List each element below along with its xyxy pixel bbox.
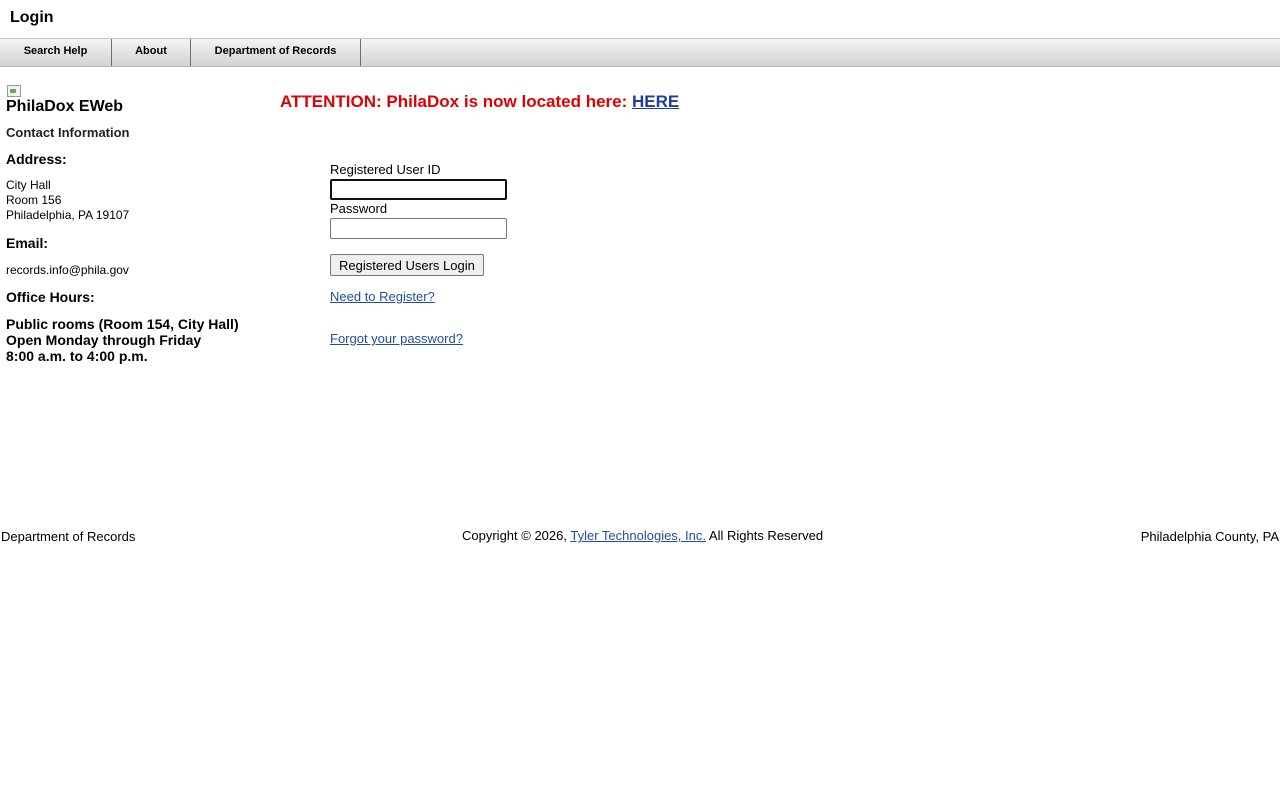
- top-menu-bar: Search Help About Department of Records: [0, 38, 1280, 67]
- password-input[interactable]: [330, 218, 507, 239]
- address-line: Room 156: [6, 193, 62, 207]
- password-label: Password: [330, 201, 388, 216]
- need-to-register-link[interactable]: Need to Register?: [330, 289, 630, 304]
- broken-image-icon: [6, 84, 22, 98]
- here-link[interactable]: HERE: [632, 92, 679, 111]
- registered-users-login-button[interactable]: Registered Users Login: [330, 254, 484, 276]
- copyright-prefix: Copyright © 2026,: [462, 528, 567, 543]
- hours-line: 8:00 a.m. to 4:00 p.m.: [6, 348, 148, 364]
- contact-heading: Contact Information: [6, 125, 130, 140]
- user-id-input[interactable]: [330, 179, 507, 200]
- email-address: records.info@phila.gov: [6, 263, 129, 277]
- attention-text: ATTENTION: PhilaDox is now located here:: [280, 92, 633, 111]
- copyright-suffix: All Rights Reserved: [708, 528, 824, 543]
- office-hours: Public rooms (Room 154, City Hall) Open …: [6, 316, 266, 364]
- footer-department: Department of Records: [1, 529, 136, 544]
- contact-sidebar: PhilaDox EWeb Contact Information Addres…: [6, 84, 266, 364]
- menu-search-help[interactable]: Search Help: [0, 39, 112, 66]
- address: City Hall Room 156 Philadelphia, PA 1910…: [6, 178, 266, 223]
- email-label: Email:: [6, 235, 49, 251]
- address-line: City Hall: [6, 178, 51, 192]
- menu-department-of-records[interactable]: Department of Records: [191, 39, 361, 66]
- address-label: Address:: [6, 151, 67, 167]
- footer-county: Philadelphia County, PA: [1140, 529, 1279, 544]
- office-hours-label: Office Hours:: [6, 289, 95, 305]
- login-form: Registered User ID Password Registered U…: [330, 162, 630, 346]
- menu-about[interactable]: About: [112, 39, 191, 66]
- tyler-technologies-link[interactable]: Tyler Technologies, Inc.: [570, 528, 706, 543]
- app-name: PhilaDox EWeb: [6, 98, 124, 115]
- address-line: Philadelphia, PA 19107: [6, 208, 130, 222]
- attention-notice: ATTENTION: PhilaDox is now located here:…: [280, 92, 679, 112]
- hours-line: Open Monday through Friday: [6, 332, 202, 348]
- page-title: Login: [10, 9, 54, 26]
- hours-line: Public rooms (Room 154, City Hall): [6, 316, 239, 332]
- user-id-label: Registered User ID: [330, 162, 441, 177]
- forgot-password-link[interactable]: Forgot your password?: [330, 331, 630, 346]
- footer-copyright: Copyright © 2026, Tyler Technologies, In…: [462, 528, 823, 543]
